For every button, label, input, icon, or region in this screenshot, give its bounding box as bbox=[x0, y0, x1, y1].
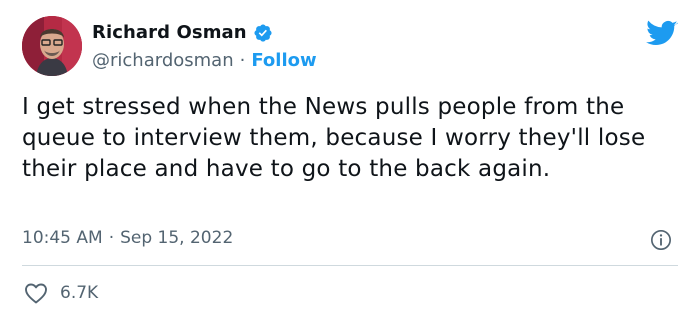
handle-separator: · bbox=[239, 50, 246, 71]
meta-separator: · bbox=[108, 228, 115, 248]
tweet-meta: 10:45 AM · Sep 15, 2022 bbox=[22, 228, 233, 248]
tweet-time[interactable]: 10:45 AM bbox=[22, 228, 103, 248]
avatar[interactable] bbox=[22, 16, 82, 76]
divider bbox=[22, 265, 678, 266]
author-handle-row: @richardosman · Follow bbox=[92, 50, 317, 71]
verified-badge-icon bbox=[254, 23, 272, 42]
twitter-bird-icon[interactable] bbox=[646, 20, 678, 48]
author-name-row: Richard Osman bbox=[92, 22, 273, 43]
author-handle[interactable]: @richardosman bbox=[92, 50, 234, 71]
tweet-date[interactable]: Sep 15, 2022 bbox=[120, 228, 233, 248]
like-button[interactable]: 6.7K bbox=[24, 282, 98, 304]
avatar-image bbox=[22, 16, 82, 76]
tweet-text: I get stressed when the News pulls peopl… bbox=[22, 94, 646, 182]
author-name[interactable]: Richard Osman bbox=[92, 22, 247, 43]
follow-button[interactable]: Follow bbox=[251, 50, 316, 71]
info-icon[interactable] bbox=[650, 229, 672, 251]
heart-icon bbox=[25, 283, 47, 304]
like-count: 6.7K bbox=[60, 283, 99, 303]
